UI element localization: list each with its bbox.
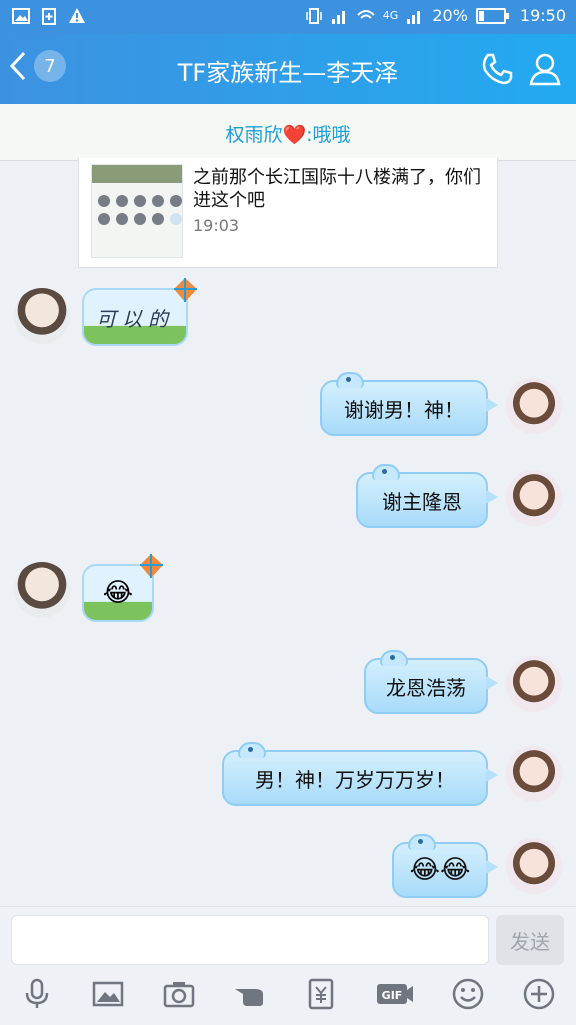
message-text: 可以的 [96,306,174,331]
hand-icon[interactable] [233,977,267,1011]
emoji-icon[interactable] [451,977,485,1011]
warning-icon [69,8,85,23]
message-text: 龙恩浩荡 [386,675,466,700]
pinned-message-banner[interactable]: 权雨欣❤️:哦哦 [0,104,576,161]
pinned-message-text: 权雨欣❤️:哦哦 [225,124,351,146]
message-bubble[interactable]: 可以的 [82,278,197,346]
avatar[interactable] [506,378,562,434]
avatar[interactable] [506,838,562,894]
toolbar: GIF [0,977,576,1017]
red-packet-icon[interactable] [304,977,338,1011]
avatar[interactable] [506,470,562,526]
message-bubble[interactable]: 龙恩浩荡 [364,650,498,714]
camera-icon[interactable] [162,977,196,1011]
card-message: 之前那个长江国际十八楼满了，你们进这个吧 [193,167,481,211]
avatar[interactable] [506,656,562,712]
image-icon[interactable] [91,977,125,1011]
card-thumbnail [91,164,183,258]
avatar[interactable] [14,288,70,344]
message-text: 😂 [102,578,134,608]
message-input[interactable] [11,915,489,965]
avatar[interactable] [506,746,562,802]
send-button[interactable]: 发送 [496,915,564,965]
gallery-notification-icon [12,8,30,24]
message-bubble[interactable]: 男！神！万岁万万岁！ [222,742,498,806]
gif-icon[interactable]: GIF [375,977,415,1011]
message-text: 谢主隆恩 [382,489,462,514]
profile-icon[interactable] [528,52,562,86]
plus-icon[interactable] [522,977,556,1011]
message-text: 谢谢男！神！ [344,397,464,422]
message-bubble[interactable]: 😂 [82,554,163,622]
message-text: 男！神！万岁万万岁！ [255,767,455,792]
avatar[interactable] [14,562,70,618]
card-time: 19:03 [193,216,240,235]
battery-saver-icon [42,8,56,25]
vibrate-icon [306,7,322,24]
input-bar: 发送 GIF [0,906,576,1025]
phone-icon[interactable] [480,52,514,86]
kite-icon [140,554,163,578]
hd-wifi-icon [357,9,375,19]
message-bubble[interactable]: 😂😂 [392,834,498,898]
svg-text:GIF: GIF [382,989,403,1002]
message-bubble[interactable]: 谢主隆恩 [356,464,498,528]
status-bar: 4G 20% 19:50 [0,0,576,34]
chat-header: 7 TF家族新生—李天泽 [0,34,576,104]
clock: 19:50 [519,6,566,25]
shared-link-card[interactable]: 之前那个长江国际十八楼满了，你们进这个吧 19:03 [78,158,498,268]
signal-icon [331,10,345,24]
kite-icon [174,278,197,302]
battery-icon [475,7,509,24]
voice-icon[interactable] [20,977,54,1011]
battery-percent: 20% [432,6,468,25]
message-text: 😂😂 [409,855,471,885]
signal-icon-2 [407,10,421,24]
message-bubble[interactable]: 谢谢男！神！ [320,372,498,436]
network-type: 4G [382,9,399,22]
